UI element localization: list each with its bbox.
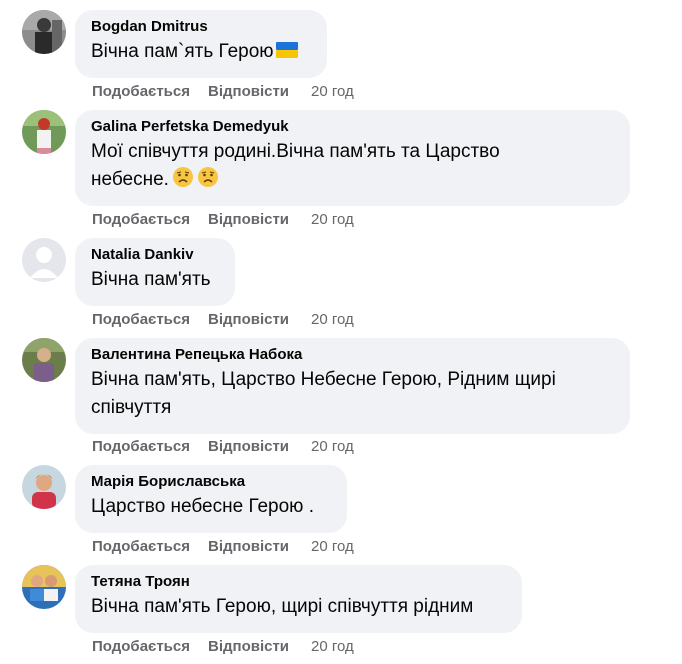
comment-bubble: Марія Бориславська Царство небесне Герою… — [75, 465, 347, 533]
comment-actions: Подобається Відповісти 20 год — [92, 438, 354, 456]
ukraine-flag-icon — [275, 41, 298, 59]
reply-button[interactable]: Відповісти — [208, 438, 289, 455]
comment-timestamp[interactable]: 20 год — [311, 438, 354, 455]
like-button[interactable]: Подобається — [92, 311, 190, 328]
comment-text: Вічна пам'ять Герою, щирі співчуття рідн… — [91, 596, 474, 617]
comment-bubble: Bogdan Dmitrus Вічна пам`ять Герою — [75, 10, 327, 78]
avatar[interactable] — [22, 465, 66, 509]
comment-timestamp[interactable]: 20 год — [311, 311, 354, 328]
avatar[interactable] — [22, 565, 66, 609]
reply-button[interactable]: Відповісти — [208, 638, 289, 655]
comment-actions: Подобається Відповісти 20 год — [92, 83, 354, 101]
comment-author[interactable]: Марія Бориславська — [91, 473, 331, 491]
comment-timestamp[interactable]: 20 год — [311, 638, 354, 655]
comment-text: Вічна пам`ять Герою — [91, 38, 311, 66]
reply-button[interactable]: Відповісти — [208, 538, 289, 555]
comment-timestamp[interactable]: 20 год — [311, 538, 354, 555]
comment-actions: Подобається Відповісти 20 год — [92, 311, 354, 329]
reply-button[interactable]: Відповісти — [208, 83, 289, 100]
reply-button[interactable]: Відповісти — [208, 311, 289, 328]
comment-author[interactable]: Тетяна Троян — [91, 573, 506, 591]
reply-button[interactable]: Відповісти — [208, 211, 289, 228]
comment-timestamp[interactable]: 20 год — [311, 83, 354, 100]
avatar[interactable] — [22, 338, 66, 382]
comment-author[interactable]: Natalia Dankiv — [91, 246, 219, 264]
comment-timestamp[interactable]: 20 год — [311, 211, 354, 228]
comment-author[interactable]: Валентина Репецька Набока — [91, 346, 614, 364]
avatar[interactable] — [22, 110, 66, 154]
like-button[interactable]: Подобається — [92, 211, 190, 228]
sad-face-icon — [172, 166, 194, 188]
comment-author[interactable]: Bogdan Dmitrus — [91, 18, 311, 36]
comment-actions: Подобається Відповісти 20 год — [92, 638, 354, 656]
like-button[interactable]: Подобається — [92, 438, 190, 455]
comment-bubble: Тетяна Троян Вічна пам'ять Герою, щирі с… — [75, 565, 522, 633]
comment-actions: Подобається Відповісти 20 год — [92, 211, 354, 229]
like-button[interactable]: Подобається — [92, 83, 190, 100]
sad-face-icon — [197, 166, 219, 188]
comment-author[interactable]: Galina Perfetska Demedyuk — [91, 118, 614, 136]
comment-text: Вічна пам'ять, Царство Небесне Герою, Рі… — [91, 369, 556, 418]
comment-actions: Подобається Відповісти 20 год — [92, 538, 354, 556]
comment-text: Царство небесне Герою . — [91, 496, 314, 517]
like-button[interactable]: Подобається — [92, 538, 190, 555]
comment-bubble: Galina Perfetska Demedyuk Мої співчуття … — [75, 110, 630, 206]
avatar[interactable] — [22, 10, 66, 54]
comment-bubble: Natalia Dankiv Вічна пам'ять — [75, 238, 235, 306]
comment-text: Мої співчуття родині.Вічна пам'ять та Ца… — [91, 141, 500, 190]
avatar[interactable] — [22, 238, 66, 282]
comment-text: Вічна пам'ять — [91, 269, 211, 290]
like-button[interactable]: Подобається — [92, 638, 190, 655]
comment-bubble: Валентина Репецька Набока Вічна пам'ять,… — [75, 338, 630, 434]
